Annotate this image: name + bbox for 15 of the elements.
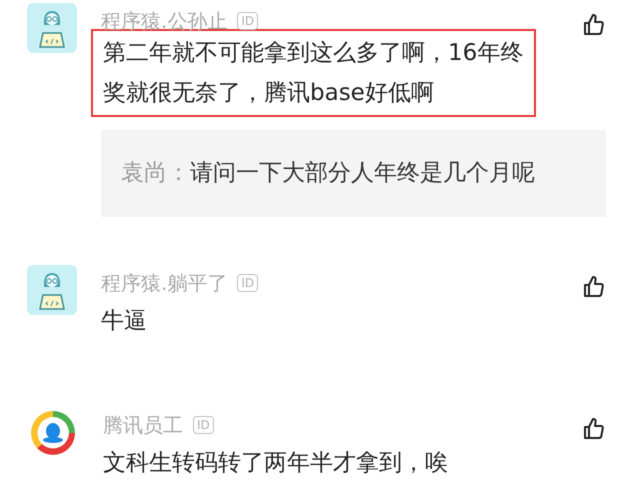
comment-text: 牛逼 [101,307,148,336]
comment-text: 文科生转码转了两年半才拿到，唉 [103,449,449,478]
id-tag: ID [237,274,258,292]
username[interactable]: 程序猿.躺平了 [101,269,228,297]
coder-avatar-icon [27,265,77,315]
username[interactable]: 腾讯员工 [103,411,183,439]
id-tag: ID [237,12,258,30]
comment-text: 第二年就不可能拿到这么多了啊，16年终奖就很无奈了，腾讯base好低啊 [91,29,536,117]
thumbs-up-icon[interactable] [582,417,606,441]
id-tag: ID [193,416,214,434]
reply-quote[interactable]: 袁尚：请问一下大部分人年终是几个月呢 [101,130,606,217]
reply-text: 袁尚：请问一下大部分人年终是几个月呢 [121,159,535,188]
thumbs-up-icon[interactable] [582,275,606,299]
coder-avatar-icon [27,3,77,53]
thumbs-up-icon[interactable] [582,13,606,37]
